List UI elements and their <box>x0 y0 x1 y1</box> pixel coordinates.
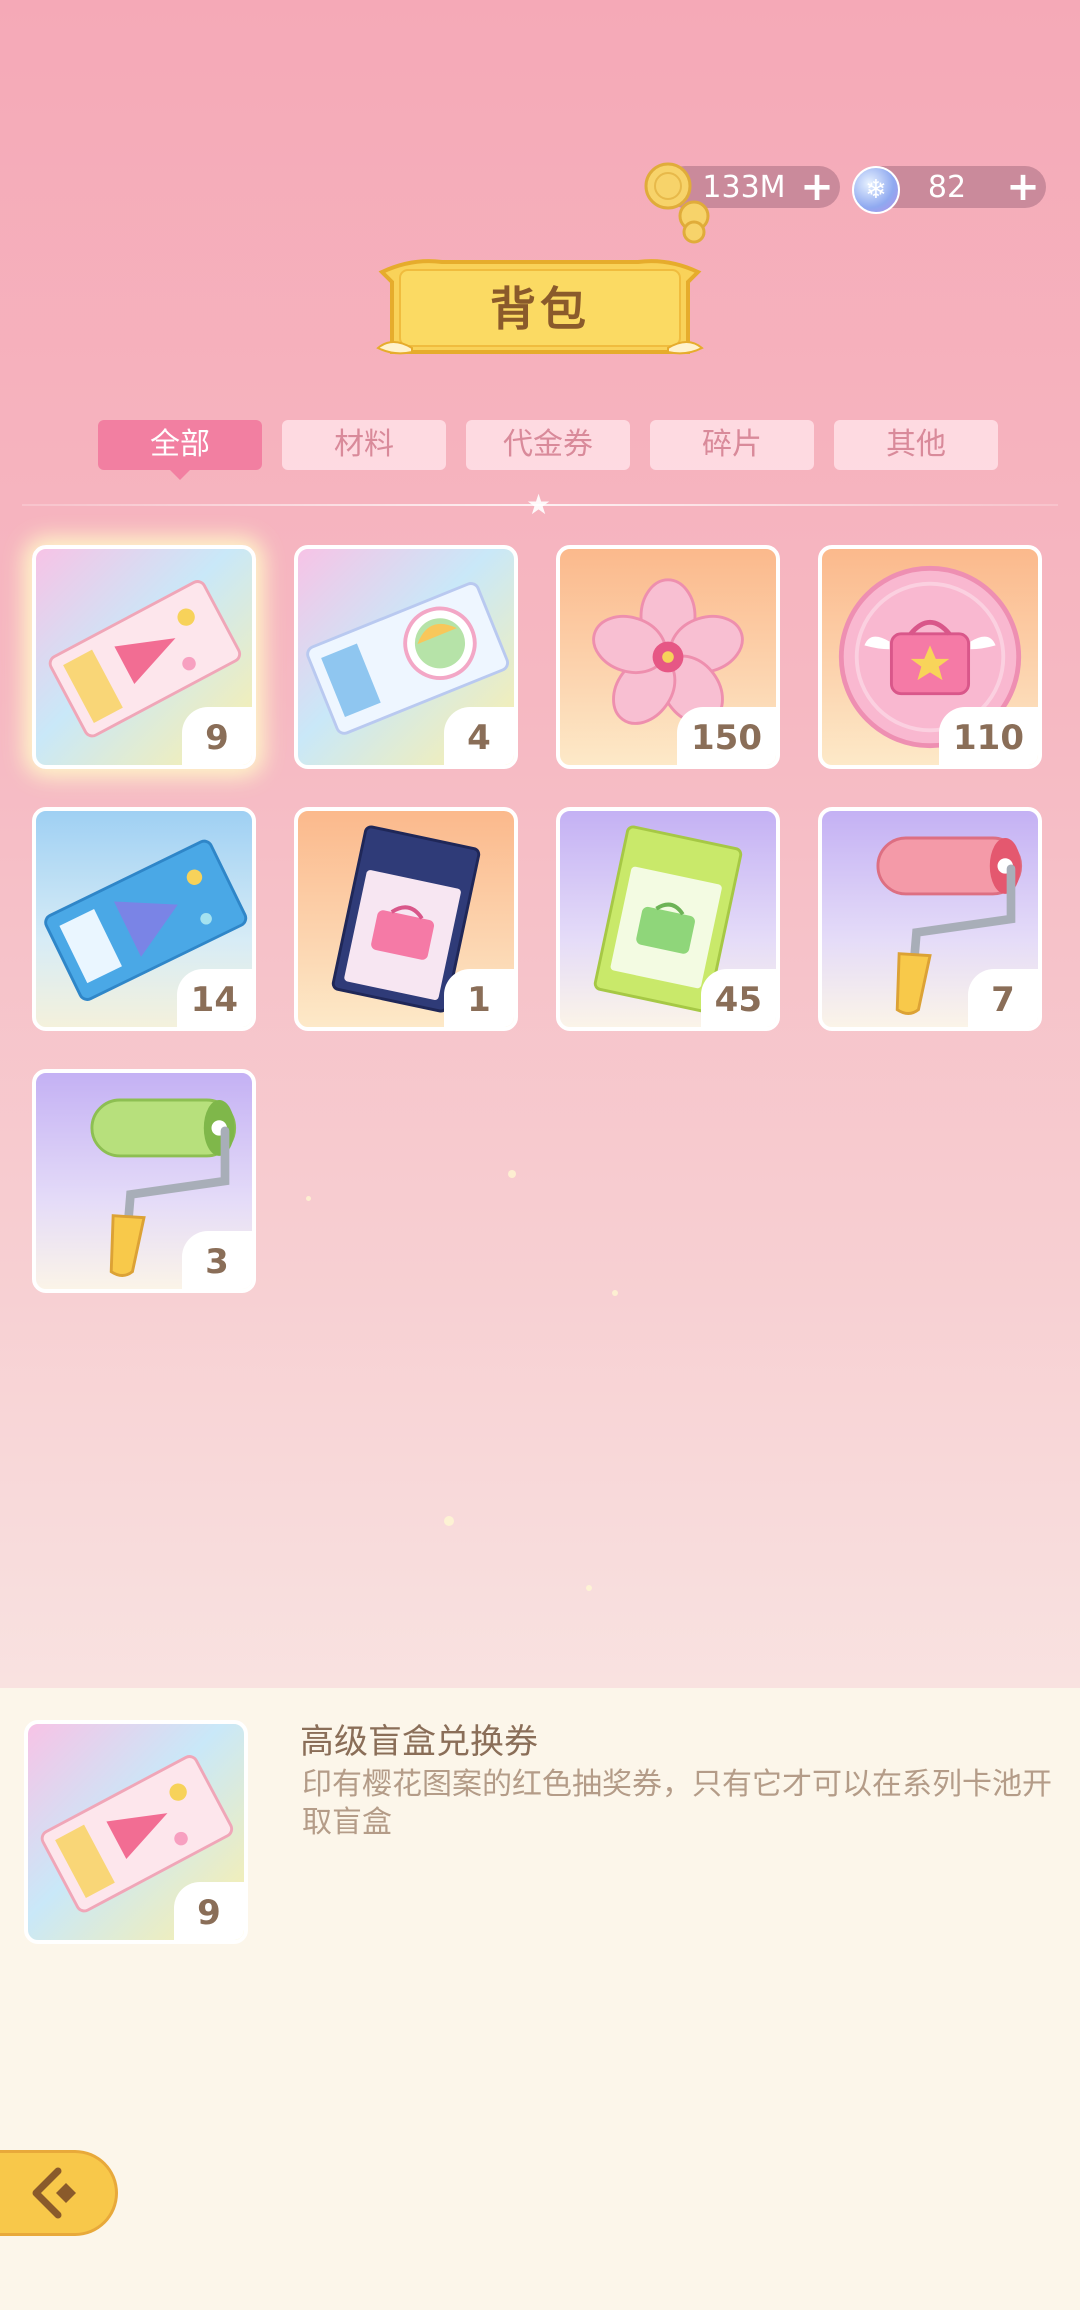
sparkle <box>444 1516 454 1526</box>
category-tabs: 全部 材料 代金券 碎片 其他 <box>98 420 998 480</box>
inventory-item[interactable]: 1 <box>294 807 518 1031</box>
item-count: 110 <box>939 707 1038 765</box>
tab-fragments[interactable]: 碎片 <box>650 420 814 470</box>
item-count: 3 <box>182 1231 252 1289</box>
page-title: 背包 <box>490 282 590 336</box>
tab-all[interactable]: 全部 <box>98 420 262 480</box>
tab-other[interactable]: 其他 <box>834 420 998 470</box>
inventory-item[interactable]: 45 <box>556 807 780 1031</box>
sparkle <box>586 1585 592 1591</box>
coin-stack-icon <box>644 162 710 244</box>
item-count: 1 <box>444 969 514 1027</box>
inventory-item[interactable]: 4 <box>294 545 518 769</box>
snowflake-gem-icon: ❄ <box>852 166 900 214</box>
inventory-item[interactable]: 110 <box>818 545 1042 769</box>
item-detail-panel: 9 高级盲盒兑换券 印有樱花图案的红色抽奖券，只有它才可以在系列卡池开取盲盒 <box>0 1688 1080 2310</box>
item-count: 7 <box>968 969 1038 1027</box>
inventory-item[interactable]: 14 <box>32 807 256 1031</box>
item-count: 9 <box>182 707 252 765</box>
add-coins-button[interactable]: + <box>798 164 836 210</box>
divider-star-icon: ★ <box>526 488 552 521</box>
inventory-item[interactable]: 7 <box>818 807 1042 1031</box>
tab-materials[interactable]: 材料 <box>282 420 446 470</box>
inventory-item[interactable]: 150 <box>556 545 780 769</box>
item-count: 14 <box>176 969 252 1027</box>
item-name: 高级盲盒兑换券 <box>300 1722 538 1762</box>
inventory-item[interactable]: 3 <box>32 1069 256 1293</box>
back-arrow-icon <box>32 2167 76 2219</box>
item-description: 印有樱花图案的红色抽奖券，只有它才可以在系列卡池开取盲盒 <box>302 1767 1052 1840</box>
item-count: 4 <box>444 707 514 765</box>
item-count: 45 <box>700 969 776 1027</box>
inventory-grid: 9 4 150 110 14 1 45 7 3 <box>32 545 1042 1293</box>
back-button[interactable] <box>0 2150 118 2236</box>
title-banner: 背包 <box>372 252 708 366</box>
add-gems-button[interactable]: + <box>1004 164 1042 210</box>
inventory-item[interactable]: 9 <box>32 545 256 769</box>
tab-vouchers[interactable]: 代金券 <box>466 420 630 470</box>
item-count: 150 <box>677 707 776 765</box>
item-count: 9 <box>174 1882 244 1940</box>
selected-item-thumbnail: 9 <box>24 1720 248 1944</box>
